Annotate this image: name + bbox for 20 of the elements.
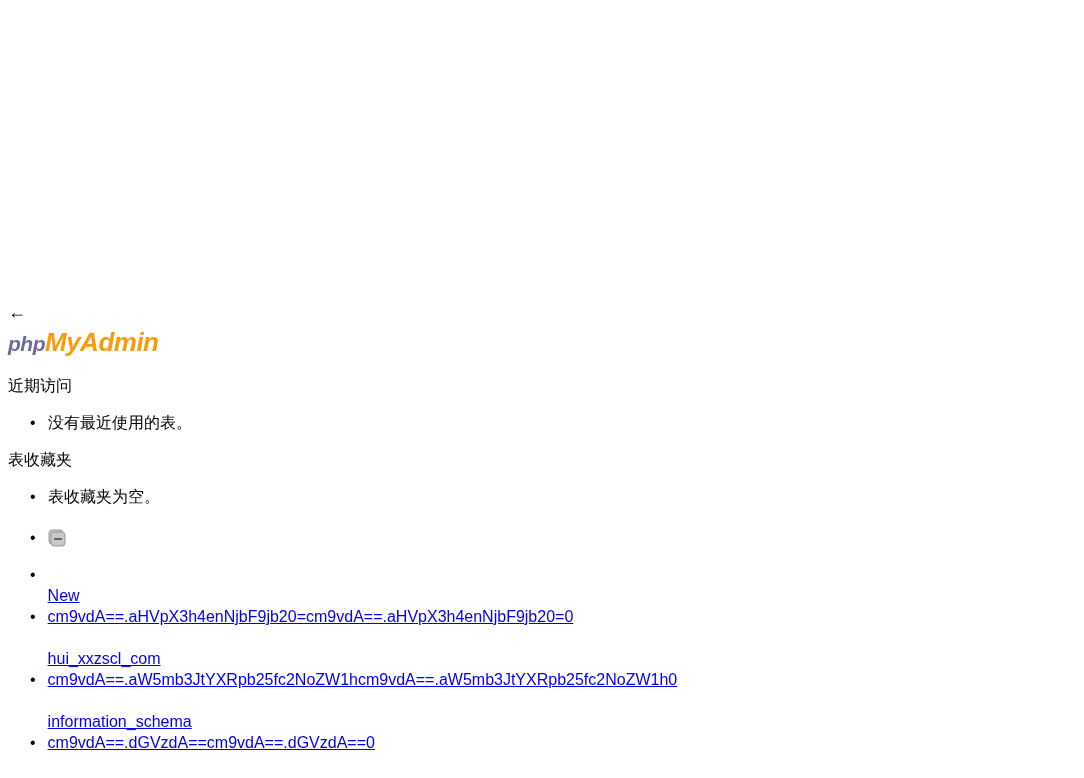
database-link[interactable]: information_schema — [47, 713, 192, 730]
database-link[interactable]: cm9vdA==.aW5mb3JtYXRpb25fc2NoZW1hcm9vdA==.aW5mb3JtYXRpb25fc2NoZW1h0 — [47, 671, 678, 688]
bullet: • — [29, 413, 36, 433]
new-link[interactable]: New — [47, 587, 80, 604]
bullet: • — [29, 607, 36, 627]
bullet: • — [29, 528, 36, 548]
bullet: • — [29, 670, 36, 690]
collapse-icon[interactable] — [47, 529, 66, 547]
database-link[interactable]: cm9vdA==.aHVpX3h4enNjbF9jb20=cm9vdA==.aHVpX3h4enNjbF9jb20=0 — [47, 608, 574, 625]
bullet: • — [29, 565, 36, 585]
empty-message: 表收藏夹为空。 — [47, 488, 160, 505]
bullet: • — [29, 733, 36, 753]
database-link[interactable]: hui_xxzscl_com — [47, 650, 161, 667]
database-link[interactable]: cm9vdA==.dGVzdA==cm9vdA==.dGVzdA==0 — [47, 734, 375, 751]
section-title: 近期访问 — [8, 377, 72, 394]
section-title: 表收藏夹 — [8, 451, 72, 468]
bullet: • — [29, 487, 36, 507]
logo[interactable]: phpMyAdmin — [8, 327, 1076, 359]
back-arrow[interactable]: ← — [8, 302, 26, 322]
empty-message: 没有最近使用的表。 — [47, 414, 192, 431]
